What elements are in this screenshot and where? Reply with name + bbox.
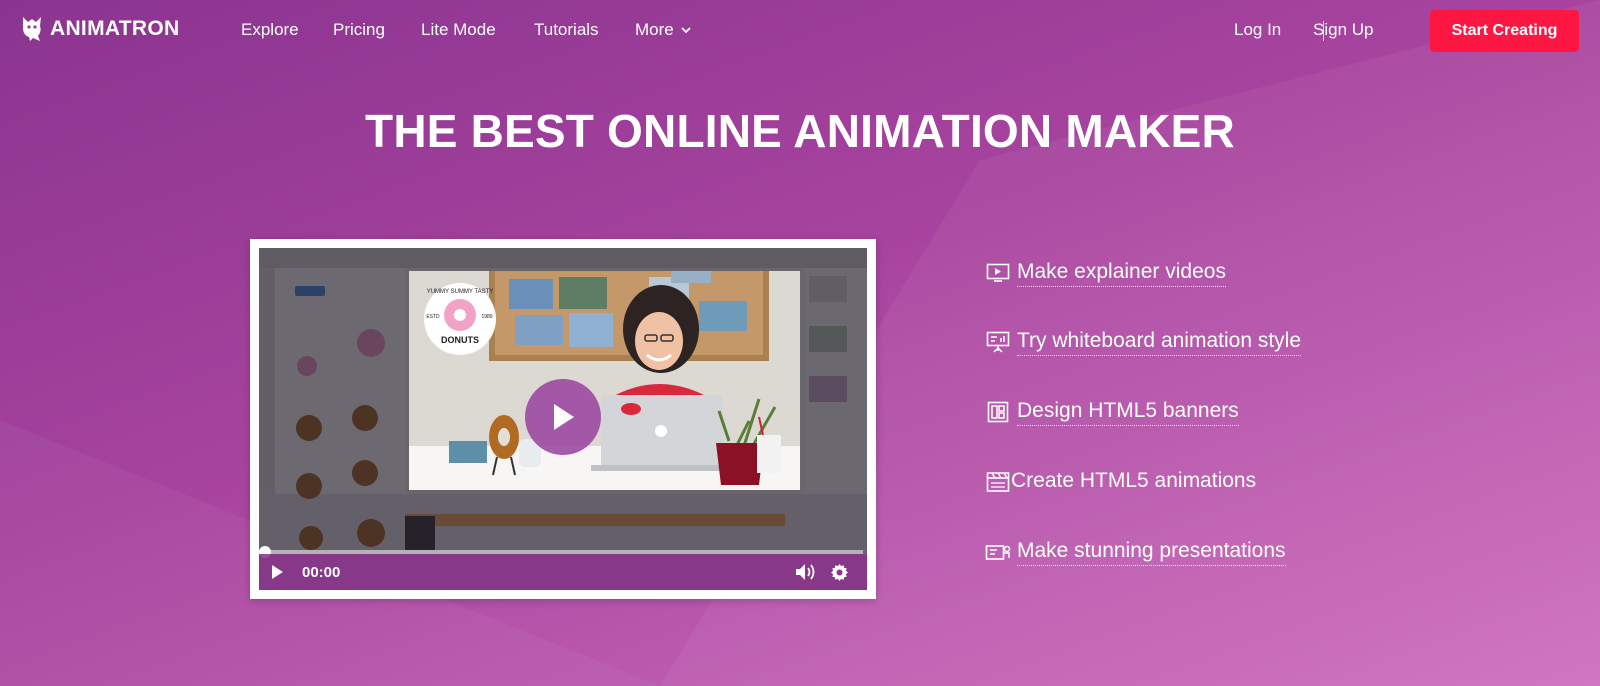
video-time: 00:00 [302, 564, 341, 581]
nav-pricing[interactable]: Pricing [333, 20, 385, 40]
whiteboard-icon [985, 330, 1011, 354]
top-navigation: ANIMATRON Explore Pricing Lite Mode Tuto… [0, 0, 1600, 62]
thumbnail-illustration: YUMMY SUMMY TASTY ESTD 1989 DONUTS [409, 271, 800, 490]
sign-right-text: 1989 [481, 314, 492, 320]
sign-small-text: YUMMY SUMMY TASTY [427, 289, 494, 295]
feature-link-explainer-videos[interactable]: Make explainer videos [1017, 260, 1226, 287]
hero-title: THE BEST ONLINE ANIMATION MAKER [365, 105, 1235, 157]
logo[interactable]: ANIMATRON [20, 15, 179, 43]
feature-presentations: Make stunning presentations [985, 537, 1405, 567]
feature-link-whiteboard[interactable]: Try whiteboard animation style [1017, 329, 1302, 356]
feature-explainer-videos: Make explainer videos [985, 258, 1405, 288]
login-link[interactable]: Log In [1234, 20, 1281, 40]
nav-more-label: More [635, 20, 674, 39]
feature-whiteboard: Try whiteboard animation style [985, 327, 1405, 357]
sign-text: DONUTS [441, 335, 479, 345]
video-controls: 00:00 [259, 554, 867, 590]
feature-html5-animations: Create HTML5 animations [985, 467, 1405, 497]
play-screen-icon [985, 261, 1011, 285]
feature-link-html5-banners[interactable]: Design HTML5 banners [1017, 399, 1239, 426]
video-frame: YUMMY SUMMY TASTY ESTD 1989 DONUTS 00:00 [250, 239, 876, 599]
feature-text-html5-animations: Create HTML5 animations [1011, 469, 1257, 492]
video-player[interactable]: YUMMY SUMMY TASTY ESTD 1989 DONUTS 00:00 [259, 248, 867, 590]
signup-link[interactable]: Sign Up [1313, 20, 1373, 40]
clapperboard-icon [985, 470, 1011, 494]
logo-icon [23, 17, 41, 41]
nav-more[interactable]: More [635, 20, 692, 40]
volume-icon[interactable] [795, 563, 817, 581]
sign-left-text: ESTD [426, 314, 440, 320]
play-icon [554, 404, 574, 430]
chevron-down-icon [681, 27, 691, 34]
settings-gear-icon[interactable] [831, 564, 848, 581]
nav-lite-mode[interactable]: Lite Mode [421, 20, 496, 40]
feature-link-presentations[interactable]: Make stunning presentations [1017, 539, 1286, 566]
start-creating-button[interactable]: Start Creating [1430, 10, 1579, 52]
nav-tutorials[interactable]: Tutorials [534, 20, 599, 40]
big-play-button[interactable] [525, 379, 601, 455]
logo-text: ANIMATRON [50, 17, 180, 40]
banner-layout-icon [985, 400, 1011, 424]
control-play-icon[interactable] [269, 564, 285, 580]
nav-explore[interactable]: Explore [241, 20, 299, 40]
video-thumbnail: YUMMY SUMMY TASTY ESTD 1989 DONUTS [409, 271, 800, 490]
feature-html5-banners: Design HTML5 banners [985, 397, 1405, 427]
presentation-icon [985, 540, 1011, 564]
